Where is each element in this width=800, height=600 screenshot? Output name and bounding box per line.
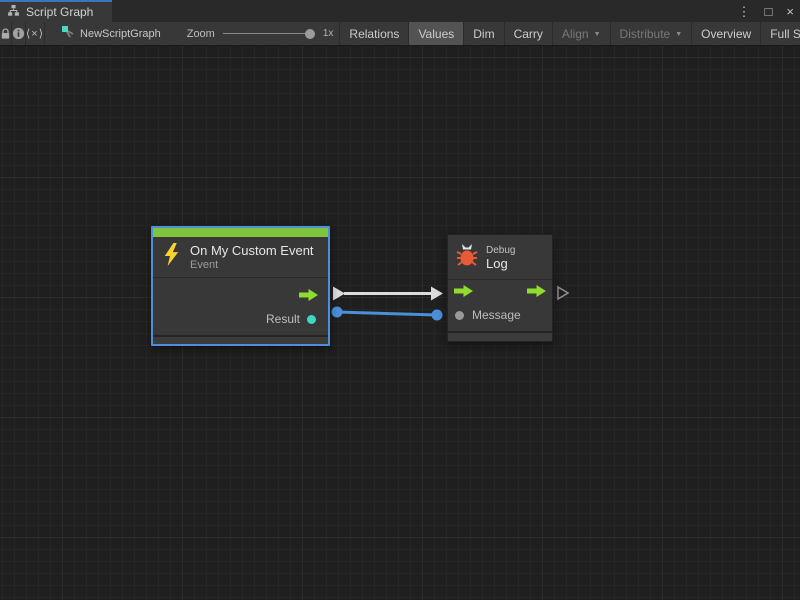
zoom-slider[interactable] [223, 28, 315, 40]
connection-exec[interactable] [333, 287, 443, 301]
zoom-label: Zoom [187, 28, 215, 40]
close-icon[interactable]: × [786, 5, 794, 18]
graph-name-label: NewScriptGraph [80, 28, 161, 40]
message-port-label: Message [472, 308, 521, 322]
relations-button[interactable]: Relations [339, 22, 408, 45]
tab-title: Script Graph [26, 5, 93, 19]
node-subtitle: Event [190, 259, 314, 271]
message-port[interactable] [455, 311, 464, 320]
event-color-bar [153, 228, 328, 237]
node-footer [448, 331, 552, 341]
graph-asset-button[interactable]: NewScriptGraph [51, 22, 171, 45]
maximize-icon[interactable]: □ [765, 5, 773, 18]
chevron-down-icon: ▼ [675, 31, 682, 38]
zoom-value: 1x [323, 28, 334, 39]
overview-button[interactable]: Overview [691, 22, 760, 45]
dim-button[interactable]: Dim [463, 22, 503, 45]
graph-toolbar: ⟨×⟩ NewScriptGraph Zoom 1x Relations Val… [0, 22, 800, 46]
node-surtitle: Debug [486, 245, 515, 256]
code-view-button[interactable]: ⟨×⟩ [26, 22, 45, 45]
unconnected-exec-stub[interactable] [558, 287, 568, 299]
lock-icon [0, 28, 11, 40]
node-footer [153, 335, 328, 344]
distribute-dropdown[interactable]: Distribute ▼ [610, 22, 692, 45]
carry-button[interactable]: Carry [504, 22, 552, 45]
node-header: On My Custom Event Event [153, 237, 328, 278]
align-label: Align [562, 27, 589, 41]
result-port-label: Result [266, 312, 300, 326]
result-port[interactable] [307, 315, 316, 324]
exec-arrow-icon[interactable] [454, 284, 473, 302]
node-on-my-custom-event[interactable]: On My Custom Event Event Result [151, 226, 330, 346]
toolbar-toggle-group: Relations Values Dim Carry Align ▼ Distr… [339, 22, 800, 45]
node-title: On My Custom Event [190, 243, 314, 258]
connection-value[interactable] [332, 307, 443, 321]
info-icon [12, 27, 25, 40]
code-angle-icon: ⟨×⟩ [26, 27, 44, 40]
window-controls: ⋮ □ × [738, 0, 794, 22]
script-graph-window: Script Graph ⋮ □ × ⟨×⟩ [0, 0, 800, 600]
zoom-control: Zoom 1x [187, 22, 334, 45]
node-ports: Message [448, 280, 552, 326]
graph-canvas[interactable]: On My Custom Event Event Result [0, 46, 800, 600]
lock-button[interactable] [0, 22, 12, 45]
values-button[interactable]: Values [408, 22, 463, 45]
tab-bar: Script Graph ⋮ □ × [0, 0, 800, 22]
exec-arrow-icon[interactable] [299, 288, 318, 306]
exec-arrow-icon[interactable] [527, 284, 546, 302]
tab-script-graph[interactable]: Script Graph [0, 0, 112, 22]
graph-icon [7, 4, 20, 20]
info-button[interactable] [12, 22, 26, 45]
node-ports: Result [153, 278, 328, 330]
align-dropdown[interactable]: Align ▼ [552, 22, 610, 45]
chevron-down-icon: ▼ [594, 31, 601, 38]
script-graph-icon [61, 25, 75, 42]
bug-icon [455, 242, 479, 273]
node-title: Log [486, 256, 515, 271]
connections-layer [0, 46, 800, 600]
full-screen-button[interactable]: Full Screen [760, 22, 800, 45]
node-header: Debug Log [448, 235, 552, 280]
lightning-icon [160, 242, 183, 272]
kebab-menu-icon[interactable]: ⋮ [738, 5, 751, 18]
node-debug-log[interactable]: Debug Log [447, 234, 553, 342]
distribute-label: Distribute [620, 27, 671, 41]
zoom-slider-handle[interactable] [305, 29, 315, 39]
